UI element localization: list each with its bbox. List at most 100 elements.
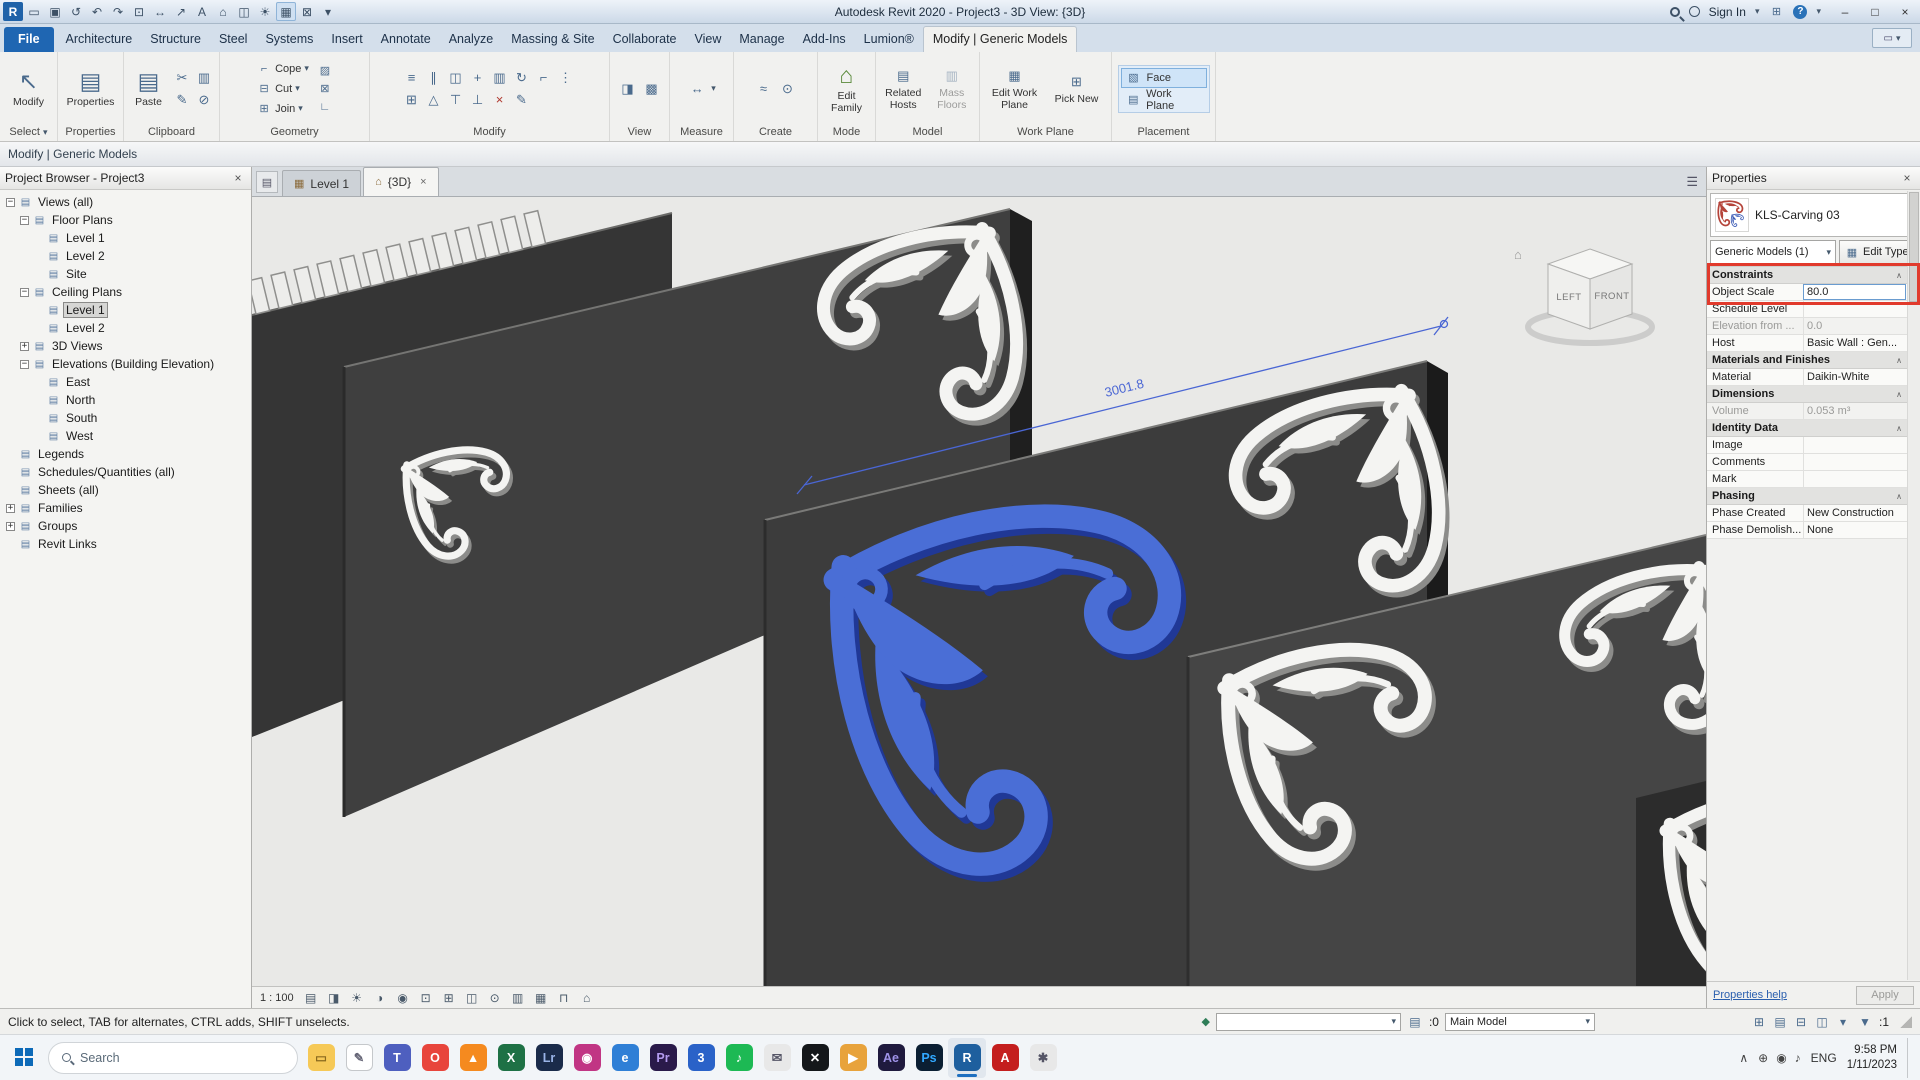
demolish-icon[interactable]: ⊠: [317, 81, 333, 97]
section-icon[interactable]: ◫: [234, 2, 254, 21]
ribbon-tab-massing-site[interactable]: Massing & Site: [502, 27, 603, 52]
browser-item-revit-links[interactable]: ▤ Revit Links: [0, 535, 251, 553]
taskbar-app-notes-app[interactable]: ✎: [340, 1038, 378, 1078]
array-icon[interactable]: ⊞: [402, 90, 422, 110]
move-icon[interactable]: +: [468, 68, 488, 88]
expander-icon[interactable]: +: [6, 503, 15, 513]
worksharing-status-icon[interactable]: ◆: [1202, 1015, 1210, 1028]
property-value-image[interactable]: [1803, 437, 1907, 453]
thin-lines-icon[interactable]: ▦: [276, 2, 296, 21]
hide-elements-icon[interactable]: ◨: [618, 79, 638, 99]
crop-view-icon[interactable]: ⊡: [418, 991, 434, 1005]
default-3d-view-icon[interactable]: ⌂: [213, 2, 233, 21]
trim-icon[interactable]: ⌐: [534, 68, 554, 88]
taskbar-app-acrobat[interactable]: A: [986, 1038, 1024, 1078]
properties-help-link[interactable]: Properties help: [1713, 989, 1787, 1001]
status-mini-icon-0[interactable]: ⊞: [1751, 1015, 1767, 1029]
ribbon-tab-annotate[interactable]: Annotate: [372, 27, 440, 52]
project-browser-close-icon[interactable]: ×: [230, 171, 246, 185]
property-value-material[interactable]: Daikin-White: [1803, 369, 1907, 385]
rotate-icon[interactable]: ↻: [512, 68, 532, 88]
pick-new-button[interactable]: ⊞ Pick New: [1048, 72, 1106, 106]
type-selector[interactable]: KLS-Carving 03 ▾: [1710, 193, 1917, 237]
browser-item-floor-plans[interactable]: − ▤ Floor Plans: [0, 211, 251, 229]
browser-item-north[interactable]: ▤ North: [0, 391, 251, 409]
match-type-icon[interactable]: ✎: [172, 90, 192, 110]
render-icon[interactable]: ◉: [395, 991, 411, 1005]
section-dimensions[interactable]: Dimensions ∧: [1707, 386, 1907, 403]
browser-item-east[interactable]: ▤ East: [0, 373, 251, 391]
paste-button[interactable]: ▤ Paste: [129, 55, 168, 123]
taskbar-app-revit[interactable]: R: [948, 1037, 986, 1078]
analytical-model-icon[interactable]: ⌂: [579, 991, 595, 1005]
maximize-button[interactable]: □: [1860, 0, 1890, 23]
property-value-object-scale[interactable]: 80.0: [1803, 284, 1906, 300]
related-hosts-button[interactable]: ▤ Related Hosts: [881, 66, 926, 111]
match-icon[interactable]: ✎: [512, 90, 532, 110]
taskbar-app-edge[interactable]: e: [606, 1038, 644, 1078]
taskbar-app-lightroom[interactable]: Lr: [530, 1038, 568, 1078]
browser-item-level-2[interactable]: ▤ Level 2: [0, 247, 251, 265]
save-icon[interactable]: ▣: [45, 2, 65, 21]
browser-item-3d-views[interactable]: + ▤ 3D Views: [0, 337, 251, 355]
ribbon-tab-steel[interactable]: Steel: [210, 27, 257, 52]
browser-item-ceiling-plans[interactable]: − ▤ Ceiling Plans: [0, 283, 251, 301]
hidden-icons-chevron[interactable]: ∧: [1739, 1051, 1748, 1065]
select-panel-label[interactable]: Select ▾: [0, 125, 57, 141]
property-value-volume[interactable]: 0.053 m³: [1803, 403, 1907, 419]
browser-item-schedules-quantities-all[interactable]: ▤ Schedules/Quantities (all): [0, 463, 251, 481]
mass-floors-button[interactable]: ▥ Mass Floors: [930, 66, 975, 111]
properties-close-icon[interactable]: ×: [1899, 171, 1915, 185]
placement-face-option[interactable]: ▧ Face: [1120, 67, 1207, 88]
panel-board-4[interactable]: [1636, 780, 1706, 986]
pin-icon[interactable]: ⊤: [446, 90, 466, 110]
filter-combo[interactable]: Generic Models (1) ▾: [1710, 240, 1836, 264]
status-mini-icon-2[interactable]: ⊟: [1793, 1015, 1809, 1029]
viewcube-front-label[interactable]: FRONT: [1594, 291, 1629, 302]
status-mini-icon-3[interactable]: ◫: [1814, 1015, 1830, 1029]
browser-item-families[interactable]: + ▤ Families: [0, 499, 251, 517]
sign-in-button[interactable]: Sign In: [1709, 5, 1746, 19]
properties-panel-label[interactable]: Properties: [58, 125, 123, 141]
copy-icon[interactable]: ▥: [490, 68, 510, 88]
taskbar-app-after-effects[interactable]: Ae: [872, 1038, 910, 1078]
3d-canvas[interactable]: 3001.8 LEFT FRONT ⌂: [252, 197, 1706, 986]
properties-scrollbar[interactable]: [1907, 191, 1920, 980]
browser-item-sheets-all[interactable]: ▤ Sheets (all): [0, 481, 251, 499]
temporary-hide-icon[interactable]: ◫: [464, 991, 480, 1005]
ribbon-tab-lumion[interactable]: Lumion®: [855, 27, 923, 52]
start-button[interactable]: [4, 1038, 44, 1078]
ribbon-tab-architecture[interactable]: Architecture: [57, 27, 142, 52]
ribbon-state-toggle[interactable]: ▭ ▾: [1872, 28, 1912, 48]
unpin-icon[interactable]: ⊥: [468, 90, 488, 110]
collapse-icon[interactable]: ∧: [1896, 424, 1902, 433]
taskbar-app-vlc[interactable]: ▲: [454, 1038, 492, 1078]
sign-in-caret-icon[interactable]: ▾: [1755, 6, 1760, 17]
close-tab-icon[interactable]: ×: [420, 176, 426, 188]
show-desktop-button[interactable]: [1907, 1037, 1912, 1078]
ribbon-tab-collaborate[interactable]: Collaborate: [604, 27, 686, 52]
taskbar-app-file-explorer[interactable]: ▭: [302, 1038, 340, 1078]
user-icon[interactable]: [1688, 6, 1700, 17]
property-value-schedule-level[interactable]: [1803, 301, 1907, 317]
taskbar-app-blue-app[interactable]: 3: [682, 1038, 720, 1078]
ribbon-tab-add-ins[interactable]: Add-Ins: [794, 27, 855, 52]
text-icon[interactable]: A: [192, 2, 212, 21]
expander-icon[interactable]: −: [20, 215, 29, 225]
taskbar-app-excel[interactable]: X: [492, 1038, 530, 1078]
viewcube-left-label[interactable]: LEFT: [1556, 292, 1581, 303]
override-graphics-icon[interactable]: ▩: [642, 79, 662, 99]
taskbar-app-spotify[interactable]: ♪: [720, 1038, 758, 1078]
create-similar-icon[interactable]: ⊙: [778, 79, 798, 99]
undo-icon[interactable]: ↶: [87, 2, 107, 21]
print-icon[interactable]: ⊡: [129, 2, 149, 21]
taskbar-app-settings[interactable]: ✱: [1024, 1038, 1062, 1078]
status-mini-icon-4[interactable]: ▾: [1835, 1015, 1851, 1029]
reveal-hidden-icon[interactable]: ⊙: [487, 991, 503, 1005]
taskbar-app-teams[interactable]: T: [378, 1038, 416, 1078]
measure-icon[interactable]: ↔: [150, 2, 170, 21]
taskbar-app-mail[interactable]: ✉: [758, 1038, 796, 1078]
browser-item-site[interactable]: ▤ Site: [0, 265, 251, 283]
dimension-icon[interactable]: ↗: [171, 2, 191, 21]
section-identity-data[interactable]: Identity Data ∧: [1707, 420, 1907, 437]
